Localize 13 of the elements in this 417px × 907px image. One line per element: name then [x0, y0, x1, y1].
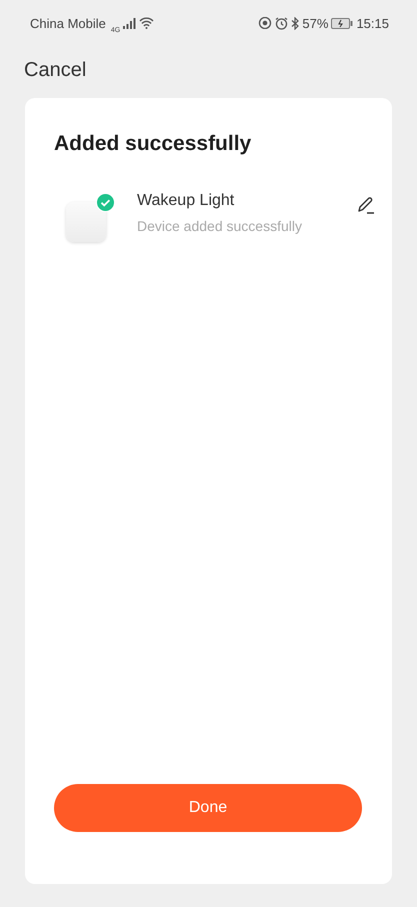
- device-name: Wakeup Light: [137, 192, 234, 210]
- alarm-icon: [275, 16, 288, 30]
- battery-percent: 57%: [302, 16, 328, 30]
- wifi-icon: [139, 17, 154, 29]
- bluetooth-icon: [291, 16, 300, 30]
- cancel-link[interactable]: Cancel: [24, 59, 86, 82]
- signal-icon: [123, 18, 136, 28]
- battery-icon: [331, 18, 354, 28]
- device-status: Device added successfully: [137, 218, 302, 234]
- clock-time: 15:15: [356, 16, 389, 30]
- card-title: Added successfully: [54, 132, 252, 156]
- pencil-icon[interactable]: [356, 196, 376, 216]
- carrier-name: China Mobile: [30, 16, 106, 30]
